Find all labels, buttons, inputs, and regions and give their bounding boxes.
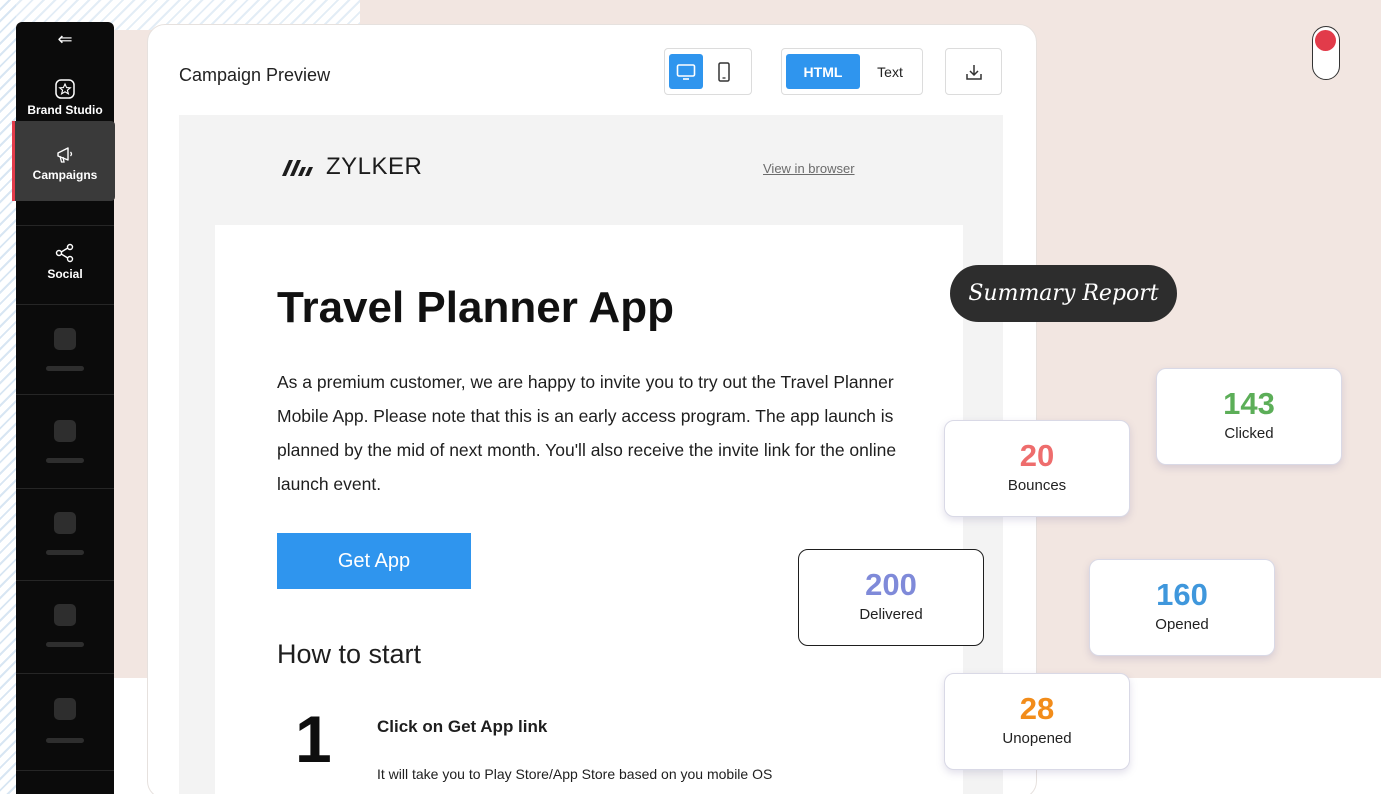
stat-label: Clicked — [1224, 425, 1274, 442]
device-view-toggle — [664, 48, 752, 95]
sidebar-divider — [16, 394, 114, 395]
placeholder-icon — [54, 328, 76, 350]
stat-value: 160 — [1156, 577, 1208, 612]
stat-card-clicked: 143 Clicked — [1156, 368, 1342, 465]
placeholder-icon — [54, 420, 76, 442]
text-format-button[interactable]: Text — [864, 54, 916, 89]
mobile-icon — [718, 61, 730, 82]
format-toggle: HTML Text — [781, 48, 923, 95]
sidebar-item-label: Campaigns — [32, 168, 98, 182]
stat-label: Opened — [1155, 616, 1209, 633]
campaign-preview-card: Campaign Preview HTML Text ZYLKER View i… — [147, 24, 1037, 794]
brand-name: ZYLKER — [326, 153, 423, 180]
desktop-icon — [676, 63, 696, 80]
stat-value: 143 — [1223, 386, 1275, 421]
megaphone-icon — [57, 147, 73, 163]
mobile-view-button[interactable] — [707, 54, 741, 89]
download-button[interactable] — [945, 48, 1002, 95]
stat-card-delivered: 200 Delivered — [798, 549, 984, 646]
placeholder-icon — [54, 698, 76, 720]
section-heading: How to start — [277, 639, 422, 669]
stat-value: 200 — [865, 567, 917, 602]
get-app-button[interactable]: Get App — [277, 533, 471, 589]
stat-label: Bounces — [1007, 477, 1067, 494]
stat-card-bounces: 20 Bounces — [944, 420, 1130, 517]
back-arrow-icon[interactable]: ⇐ — [16, 28, 114, 50]
sidebar-divider — [16, 580, 114, 581]
stat-card-opened: 160 Opened — [1089, 559, 1275, 656]
decorative-stripes-left — [0, 0, 16, 794]
placeholder-label — [46, 738, 84, 743]
placeholder-label — [46, 550, 84, 555]
sidebar-item-campaigns[interactable]: Campaigns — [12, 121, 115, 201]
sidebar-divider — [16, 488, 114, 489]
placeholder-label — [46, 366, 84, 371]
step-title: Click on Get App link — [377, 717, 548, 736]
sidebar-item-brand-studio[interactable]: Brand Studio — [16, 78, 114, 117]
sidebar-item-social[interactable]: Social — [16, 242, 114, 281]
placeholder-label — [46, 458, 84, 463]
desktop-view-button[interactable] — [669, 54, 703, 89]
sidebar-divider — [16, 304, 114, 305]
toggle-switch[interactable] — [1312, 26, 1340, 80]
sidebar-divider — [16, 225, 114, 226]
stat-card-unopened: 28 Unopened — [944, 673, 1130, 770]
html-format-button[interactable]: HTML — [786, 54, 860, 89]
stat-value: 20 — [1019, 438, 1055, 473]
stat-label: Unopened — [1002, 730, 1072, 747]
star-badge-icon — [55, 79, 75, 99]
placeholder-label — [46, 642, 84, 647]
stat-label: Delivered — [859, 606, 923, 623]
download-icon — [965, 64, 982, 80]
sidebar-item-label: Social — [47, 267, 83, 281]
page-title: Campaign Preview — [179, 65, 331, 85]
placeholder-icon — [54, 604, 76, 626]
sidebar-item-label: Brand Studio — [27, 103, 103, 117]
brand-header: ZYLKER — [280, 153, 422, 181]
step-description: It will take you to Play Store/App Store… — [377, 766, 773, 782]
share-icon — [55, 243, 74, 263]
zylker-logo-icon — [282, 160, 313, 176]
toggle-knob — [1315, 30, 1336, 51]
view-in-browser-link[interactable]: View in browser — [763, 161, 855, 176]
email-headline: Travel Planner App — [277, 283, 674, 332]
email-body: Travel Planner App As a premium customer… — [215, 225, 963, 794]
sidebar-divider — [16, 673, 114, 674]
placeholder-icon — [54, 512, 76, 534]
email-preview-area: ZYLKER View in browser Travel Planner Ap… — [179, 115, 1003, 794]
email-body-text: As a premium customer, we are happy to i… — [277, 372, 897, 494]
stat-value: 28 — [1019, 691, 1055, 726]
summary-report-badge: Summary Report — [950, 265, 1177, 322]
step-number: 1 — [295, 702, 332, 776]
sidebar-divider — [16, 770, 114, 771]
